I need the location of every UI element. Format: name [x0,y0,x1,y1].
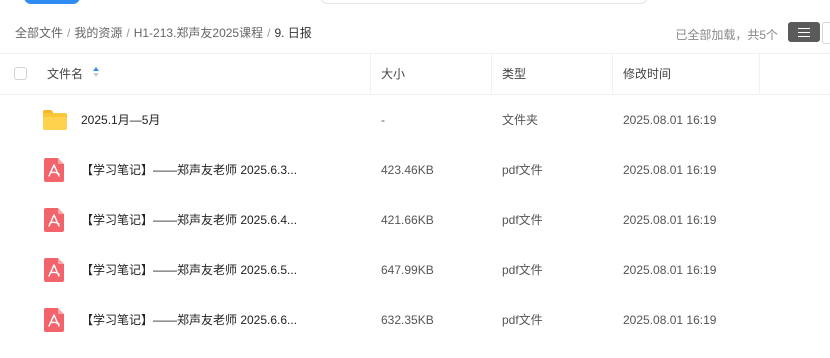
file-modified-time: 2025.08.01 16:19 [623,263,717,277]
file-name[interactable]: 【学习笔记】——郑声友老师 2025.6.6... [81,295,297,345]
file-table: 文件名 大小 类型 修改时间 2025.1月—5月 - 文件夹 2025.08.… [0,53,830,345]
load-status-text: 已全部加载，共5个 [675,28,778,42]
column-header-modified[interactable]: 修改时间 [623,54,671,94]
file-name[interactable]: 2025.1月—5月 [81,95,160,145]
pdf-icon [44,158,64,182]
column-divider [759,54,760,94]
file-size: 421.66KB [381,213,434,227]
table-header: 文件名 大小 类型 修改时间 [0,53,830,95]
file-type: 文件夹 [502,113,539,127]
breadcrumb-separator: / [67,25,71,40]
breadcrumb-current-folder: 9. 日报 [274,26,312,40]
table-row[interactable]: 【学习笔记】——郑声友老师 2025.6.6... 632.35KB pdf文件… [0,295,830,345]
breadcrumb: 全部文件 / 我的资源 / H1-213.郑声友2025课程 / 9. 日报 [15,24,312,41]
file-size: - [381,113,385,127]
file-size: 632.35KB [381,313,434,327]
breadcrumb-my-resources[interactable]: 我的资源 [74,24,122,41]
file-name[interactable]: 【学习笔记】——郑声友老师 2025.6.3... [81,145,297,195]
breadcrumb-separator: / [267,25,271,40]
file-modified-time: 2025.08.01 16:19 [623,313,717,327]
pdf-icon [44,208,64,232]
column-header-name[interactable]: 文件名 [47,54,100,94]
file-size: 647.99KB [381,263,434,277]
grid-view-button[interactable] [822,22,830,44]
search-input[interactable] [320,0,648,4]
table-row[interactable]: 2025.1月—5月 - 文件夹 2025.08.01 16:19 [0,95,830,145]
list-view-button[interactable] [788,22,820,42]
breadcrumb-all-files[interactable]: 全部文件 [15,24,63,41]
column-name-label: 文件名 [47,67,84,81]
column-divider [612,54,613,94]
table-row[interactable]: 【学习笔记】——郑声友老师 2025.6.3... 423.46KB pdf文件… [0,145,830,195]
column-divider [491,54,492,94]
select-all-checkbox[interactable] [14,67,27,80]
pdf-icon [44,308,64,332]
file-name[interactable]: 【学习笔记】——郑声友老师 2025.6.5... [81,245,297,295]
primary-action-button[interactable] [24,0,80,4]
file-modified-time: 2025.08.01 16:19 [623,163,717,177]
path-bar: 全部文件 / 我的资源 / H1-213.郑声友2025课程 / 9. 日报 已… [0,22,830,44]
folder-icon [43,110,67,130]
sort-ascending-icon[interactable] [92,67,100,79]
list-icon [798,27,810,37]
file-type: pdf文件 [502,163,543,177]
breadcrumb-separator: / [126,25,130,40]
column-header-size[interactable]: 大小 [381,54,405,94]
breadcrumb-course-folder[interactable]: H1-213.郑声友2025课程 [134,24,263,41]
file-type: pdf文件 [502,263,543,277]
file-size: 423.46KB [381,163,434,177]
file-name[interactable]: 【学习笔记】——郑声友老师 2025.6.4... [81,195,297,245]
table-row[interactable]: 【学习笔记】——郑声友老师 2025.6.5... 647.99KB pdf文件… [0,245,830,295]
table-row[interactable]: 【学习笔记】——郑声友老师 2025.6.4... 421.66KB pdf文件… [0,195,830,245]
top-toolbar [0,0,830,8]
column-header-type[interactable]: 类型 [502,54,526,94]
column-divider [370,54,371,94]
file-type: pdf文件 [502,313,543,327]
file-type: pdf文件 [502,213,543,227]
pdf-icon [44,258,64,282]
file-modified-time: 2025.08.01 16:19 [623,213,717,227]
file-modified-time: 2025.08.01 16:19 [623,113,717,127]
